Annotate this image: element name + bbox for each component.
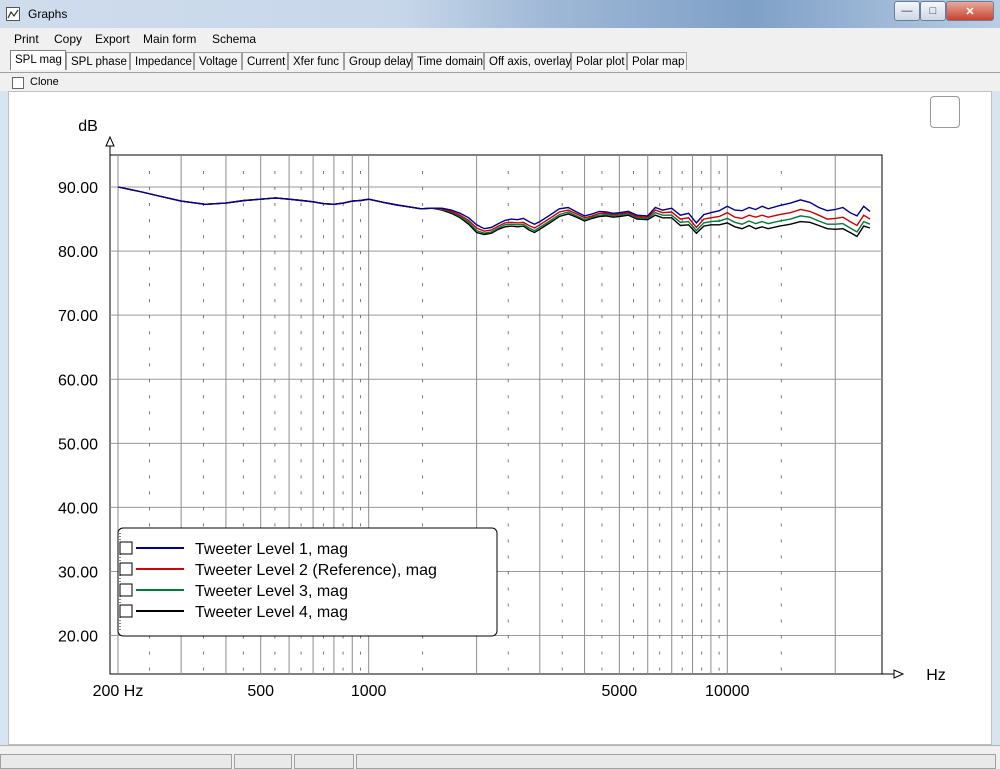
x-tick-label: 1000 bbox=[351, 683, 387, 700]
spl-magnitude-chart: dB Hz 20.00 30.00 40.00 50.00 60.00 70.00 80.00… bbox=[58, 118, 946, 700]
y-tick-label: 70.00 bbox=[58, 308, 98, 325]
legend-checkbox-1 bbox=[119, 541, 133, 555]
y-tick-label: 80.00 bbox=[58, 244, 98, 261]
legend-checkbox-3 bbox=[119, 583, 133, 597]
x-axis-label: Hz bbox=[926, 667, 946, 684]
y-tick-label: 30.00 bbox=[58, 564, 98, 581]
legend-label-1: Tweeter Level 1, mag bbox=[195, 541, 348, 558]
y-tick-label: 50.00 bbox=[58, 436, 98, 453]
legend-checkbox-2 bbox=[119, 562, 133, 576]
y-axis-label: dB bbox=[78, 118, 98, 135]
legend-checkbox-4 bbox=[119, 604, 133, 618]
status-pane-1 bbox=[0, 754, 232, 769]
y-tick-label: 40.00 bbox=[58, 500, 98, 517]
status-pane-4 bbox=[356, 754, 996, 769]
status-pane-3 bbox=[294, 754, 354, 769]
legend-label-3: Tweeter Level 3, mag bbox=[195, 583, 348, 600]
y-tick-label: 90.00 bbox=[58, 180, 98, 197]
x-axis-arrow bbox=[893, 669, 905, 679]
legend-label-4: Tweeter Level 4, mag bbox=[195, 604, 348, 621]
status-pane-2 bbox=[234, 754, 292, 769]
y-tick-label: 60.00 bbox=[58, 372, 98, 389]
y-tick-label: 20.00 bbox=[58, 629, 98, 646]
x-tick-label: 5000 bbox=[602, 683, 638, 700]
y-axis-arrow bbox=[105, 135, 115, 147]
chart-legend: Tweeter Level 1, mag Tweeter Level 2 (Ref… bbox=[117, 527, 498, 637]
legend-label-2: Tweeter Level 2 (Reference), mag bbox=[195, 562, 437, 579]
x-tick-label: 10000 bbox=[705, 683, 750, 700]
x-tick-label: 200 Hz bbox=[93, 683, 144, 700]
status-bar bbox=[0, 745, 1000, 769]
x-tick-label: 500 bbox=[247, 683, 274, 700]
